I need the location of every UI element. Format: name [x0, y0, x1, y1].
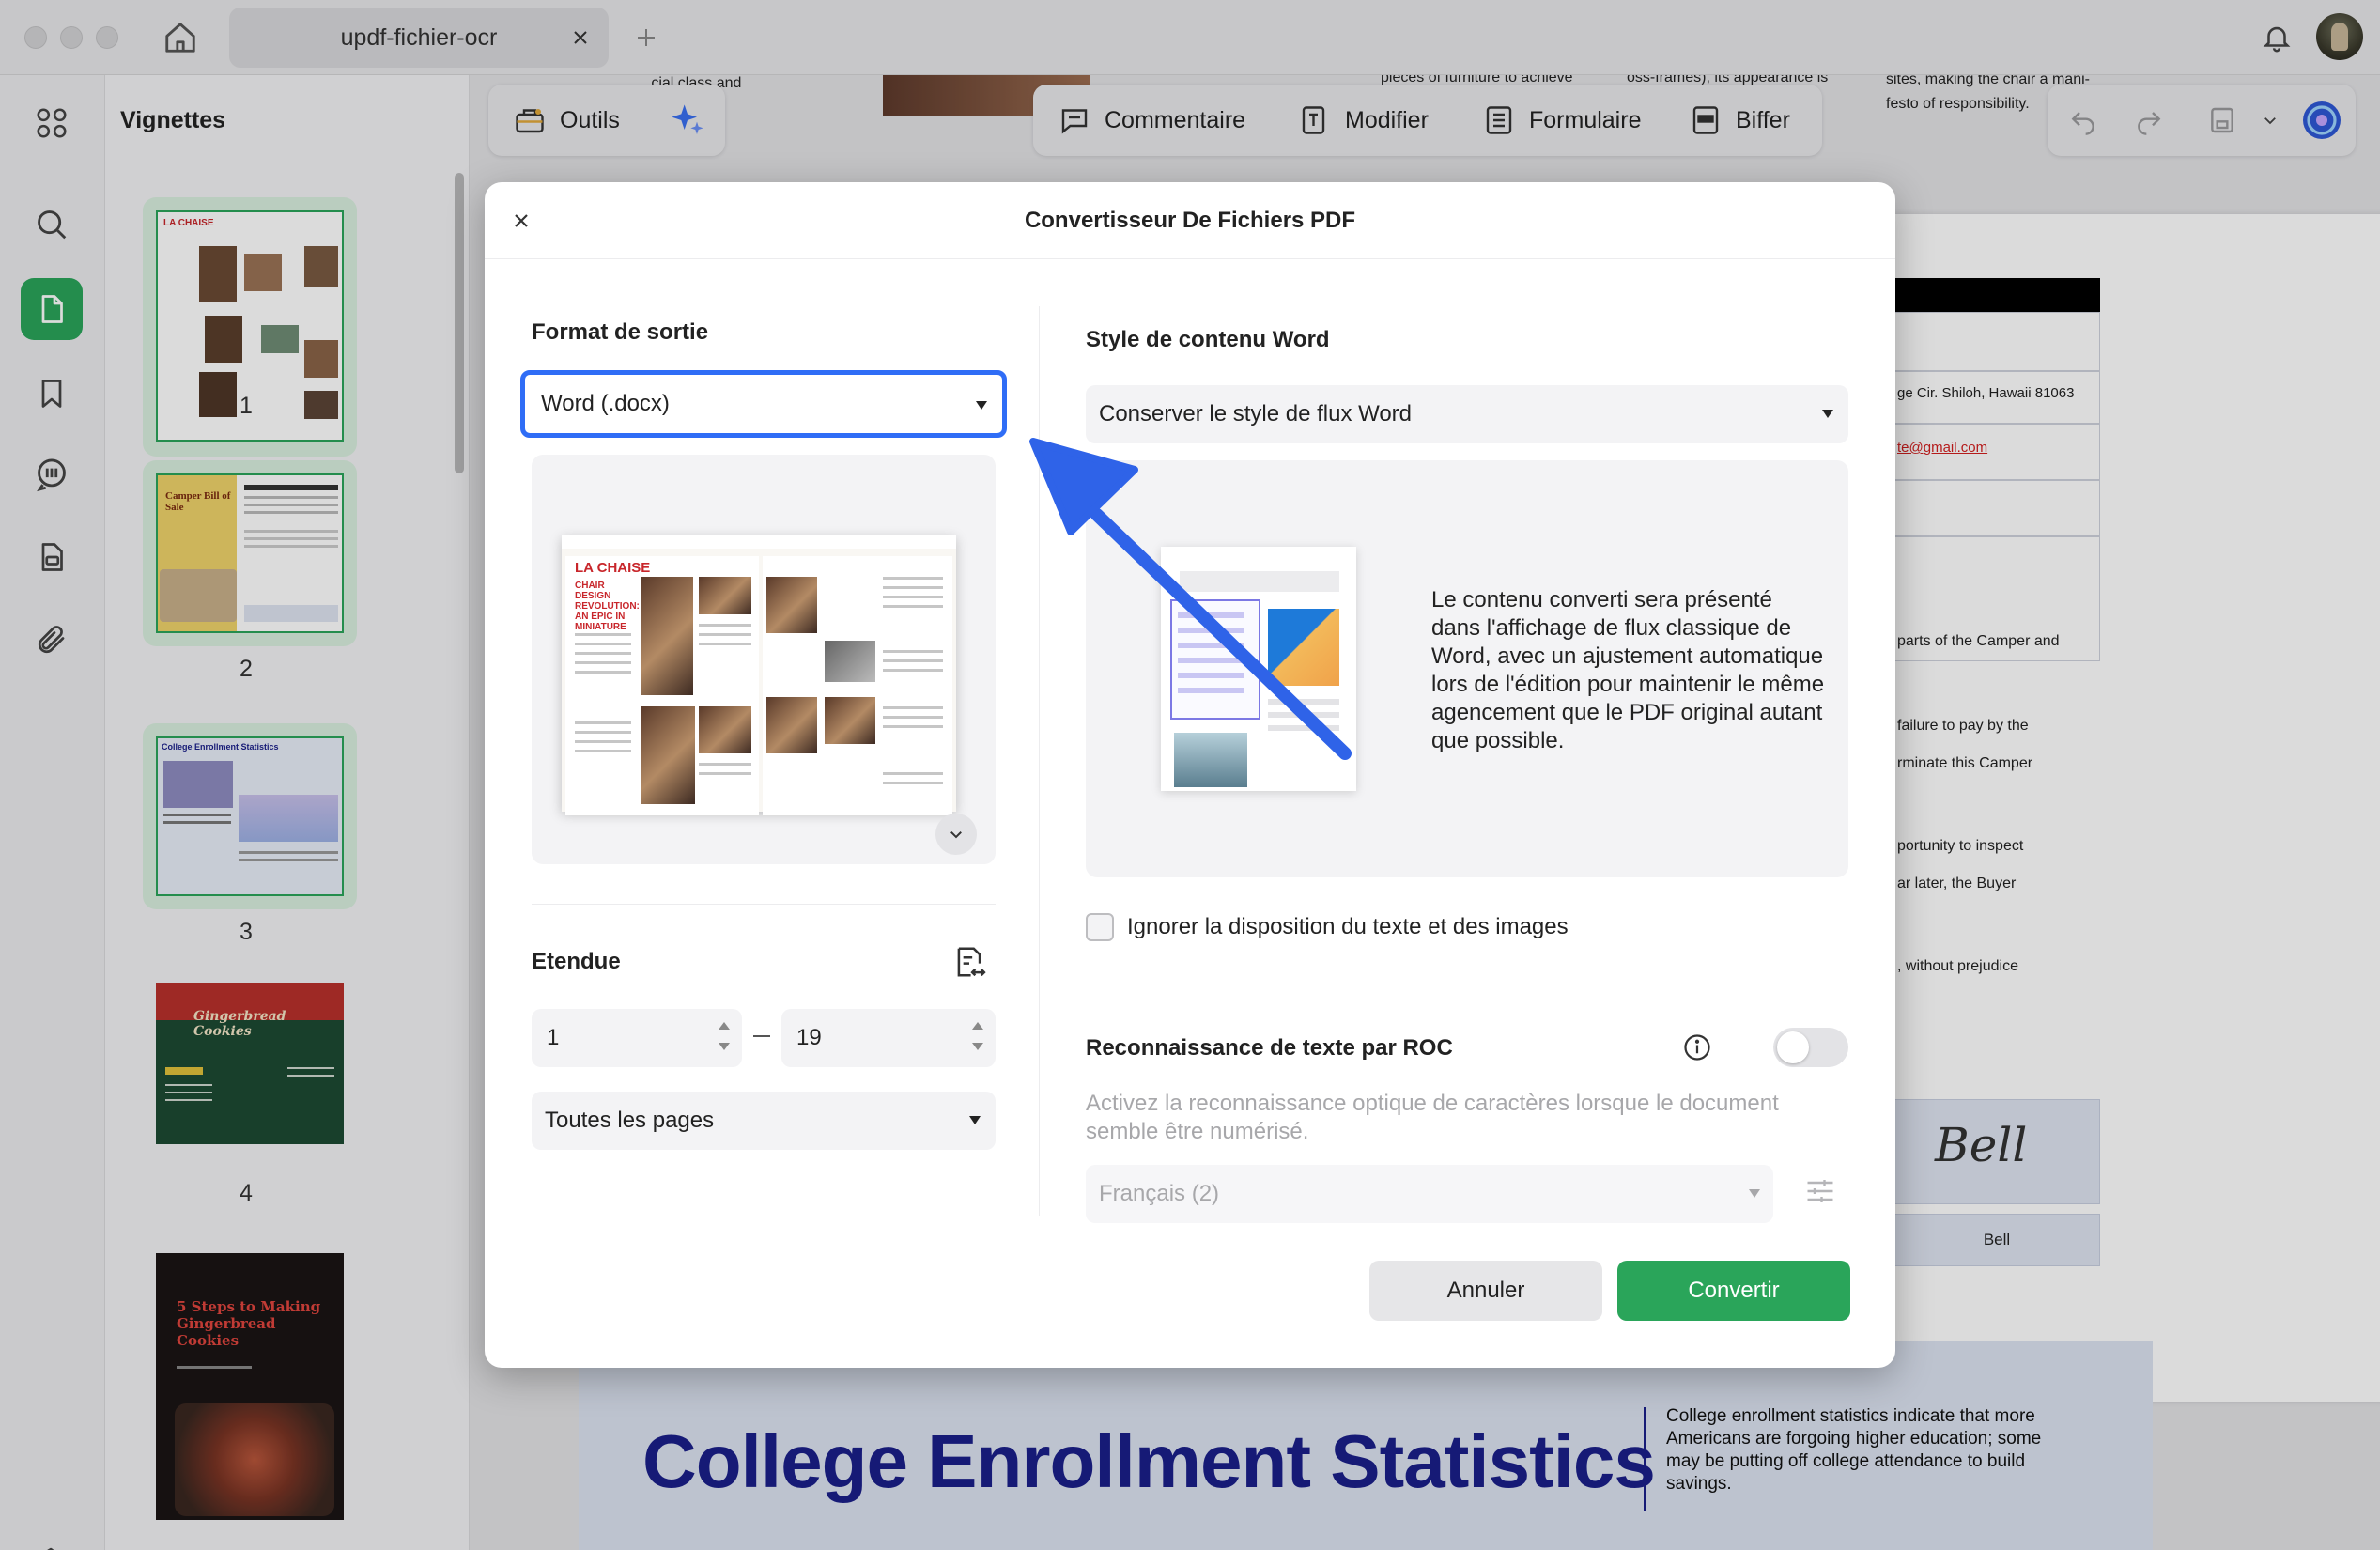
- caret-down-icon: [1749, 1189, 1760, 1198]
- preview-magazine-image: LA CHAISE CHAIR DESIGN REVOLUTION: AN EP…: [562, 535, 956, 815]
- ignore-layout-label[interactable]: Ignorer la disposition du texte et des i…: [1127, 913, 1569, 941]
- dialog-header: Convertisseur De Fichiers PDF: [485, 182, 1895, 259]
- range-to-input[interactable]: 19: [781, 1009, 996, 1067]
- range-to-stepper[interactable]: [971, 1020, 984, 1056]
- output-format-label: Format de sortie: [532, 319, 709, 345]
- flow-style-illustration: [1161, 547, 1356, 791]
- info-icon: [1684, 1034, 1710, 1061]
- pdf-converter-dialog: Convertisseur De Fichiers PDF Format de …: [485, 182, 1895, 1368]
- output-format-select[interactable]: Word (.docx): [520, 370, 1007, 438]
- ocr-language-select[interactable]: Français (2): [1086, 1165, 1773, 1223]
- word-style-label: Style de contenu Word: [1086, 327, 1330, 352]
- word-style-description: Le contenu converti sera présenté dans l…: [1431, 587, 1825, 753]
- page-range-icon: [957, 947, 986, 977]
- ocr-toggle[interactable]: [1773, 1028, 1848, 1067]
- ocr-info-button[interactable]: [1681, 1031, 1713, 1063]
- preview-mag-title: LA CHAISE: [575, 560, 651, 576]
- range-from-value: 1: [547, 1025, 560, 1050]
- chevron-down-icon: [950, 831, 962, 839]
- preview-expand-button[interactable]: [935, 814, 977, 855]
- caret-down-icon: [969, 1116, 981, 1124]
- ocr-settings-button[interactable]: [1800, 1170, 1841, 1212]
- cancel-button[interactable]: Annuler: [1369, 1261, 1602, 1321]
- range-label: Etendue: [532, 949, 621, 974]
- page-range-button[interactable]: [949, 941, 990, 983]
- dialog-title: Convertisseur De Fichiers PDF: [1024, 208, 1356, 233]
- divider: [1039, 306, 1040, 1216]
- ignore-layout-checkbox[interactable]: [1086, 913, 1114, 941]
- caret-down-icon: [976, 401, 987, 410]
- sliders-icon: [1807, 1180, 1833, 1202]
- ocr-language-value: Français (2): [1099, 1181, 1220, 1206]
- word-style-select[interactable]: Conserver le style de flux Word: [1086, 385, 1848, 443]
- ocr-description: Activez la reconnaissance optique de car…: [1086, 1091, 1779, 1144]
- range-dash: [753, 1035, 770, 1037]
- preview-mag-subtitle: CHAIR DESIGN REVOLUTION: AN EPIC IN MINI…: [575, 581, 640, 632]
- word-style-value: Conserver le style de flux Word: [1099, 401, 1413, 426]
- range-from-stepper[interactable]: [718, 1020, 731, 1056]
- pages-select-value: Toutes les pages: [545, 1108, 715, 1133]
- caret-down-icon: [1822, 410, 1833, 418]
- divider: [532, 904, 996, 905]
- output-format-value: Word (.docx): [541, 391, 670, 416]
- range-from-input[interactable]: 1: [532, 1009, 742, 1067]
- convert-button[interactable]: Convertir: [1617, 1261, 1850, 1321]
- ocr-label: Reconnaissance de texte par ROC: [1086, 1035, 1453, 1061]
- range-to-value: 19: [796, 1025, 822, 1050]
- pages-select[interactable]: Toutes les pages: [532, 1092, 996, 1150]
